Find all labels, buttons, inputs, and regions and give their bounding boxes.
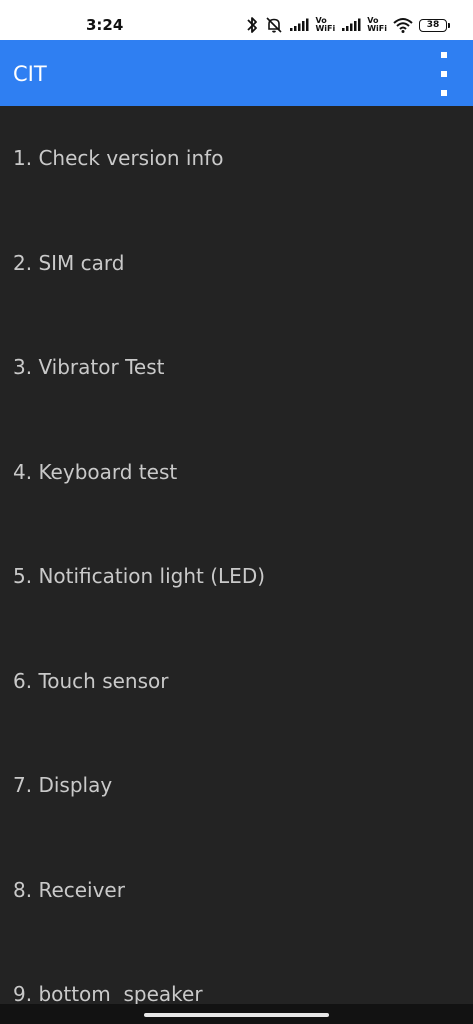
list-item-label: 3. Vibrator Test [13, 355, 165, 379]
list-item-label: 7. Display [13, 773, 113, 797]
more-vert-icon[interactable] [437, 52, 451, 96]
battery-icon: 38 [419, 18, 450, 32]
menu-dot [441, 90, 447, 96]
list-item-touch-sensor[interactable]: 6. Touch sensor [0, 629, 473, 733]
list-item-label: 1. Check version info [13, 146, 224, 170]
test-list: 1. Check version info 2. SIM card 3. Vib… [0, 106, 473, 1004]
screen: 3:24 Vo WiFi Vo WiFi 38 CIT 1. Check ver… [0, 0, 473, 1024]
volte-indicator: Vo WiFi [315, 16, 336, 33]
bluetooth-icon [245, 15, 259, 35]
list-item-receiver[interactable]: 8. Receiver [0, 838, 473, 942]
list-item-check-version-info[interactable]: 1. Check version info [0, 106, 473, 210]
wifi-icon [393, 15, 413, 35]
app-title: CIT [13, 62, 47, 86]
list-item-display[interactable]: 7. Display [0, 733, 473, 837]
list-item-notification-light[interactable]: 5. Notification light (LED) [0, 524, 473, 628]
signal-icon [341, 15, 361, 35]
list-item-keyboard-test[interactable]: 4. Keyboard test [0, 420, 473, 524]
gesture-nav-bar [0, 1004, 473, 1024]
home-indicator[interactable] [144, 1013, 329, 1017]
list-item-label: 2. SIM card [13, 251, 125, 275]
list-item-bottom-speaker[interactable]: 9. bottom speaker [0, 942, 473, 1004]
menu-dot [441, 52, 447, 58]
battery-level: 38 [426, 20, 440, 30]
list-item-label: 4. Keyboard test [13, 460, 178, 484]
menu-dot [441, 71, 447, 77]
status-bar: 3:24 Vo WiFi Vo WiFi 38 [0, 0, 473, 40]
bell-off-icon [265, 15, 283, 35]
list-item-label: 9. bottom speaker [13, 982, 203, 1004]
app-bar: CIT [0, 40, 473, 106]
list-item-vibrator-test[interactable]: 3. Vibrator Test [0, 315, 473, 419]
list-item-sim-card[interactable]: 2. SIM card [0, 211, 473, 315]
signal-icon [289, 15, 309, 35]
volte-indicator: Vo WiFi [367, 16, 387, 33]
status-icons: Vo WiFi Vo WiFi 38 [245, 14, 450, 36]
list-item-label: 5. Notification light (LED) [13, 564, 266, 588]
list-item-label: 6. Touch sensor [13, 669, 169, 693]
list-item-label: 8. Receiver [13, 878, 125, 902]
status-time: 3:24 [86, 16, 124, 34]
